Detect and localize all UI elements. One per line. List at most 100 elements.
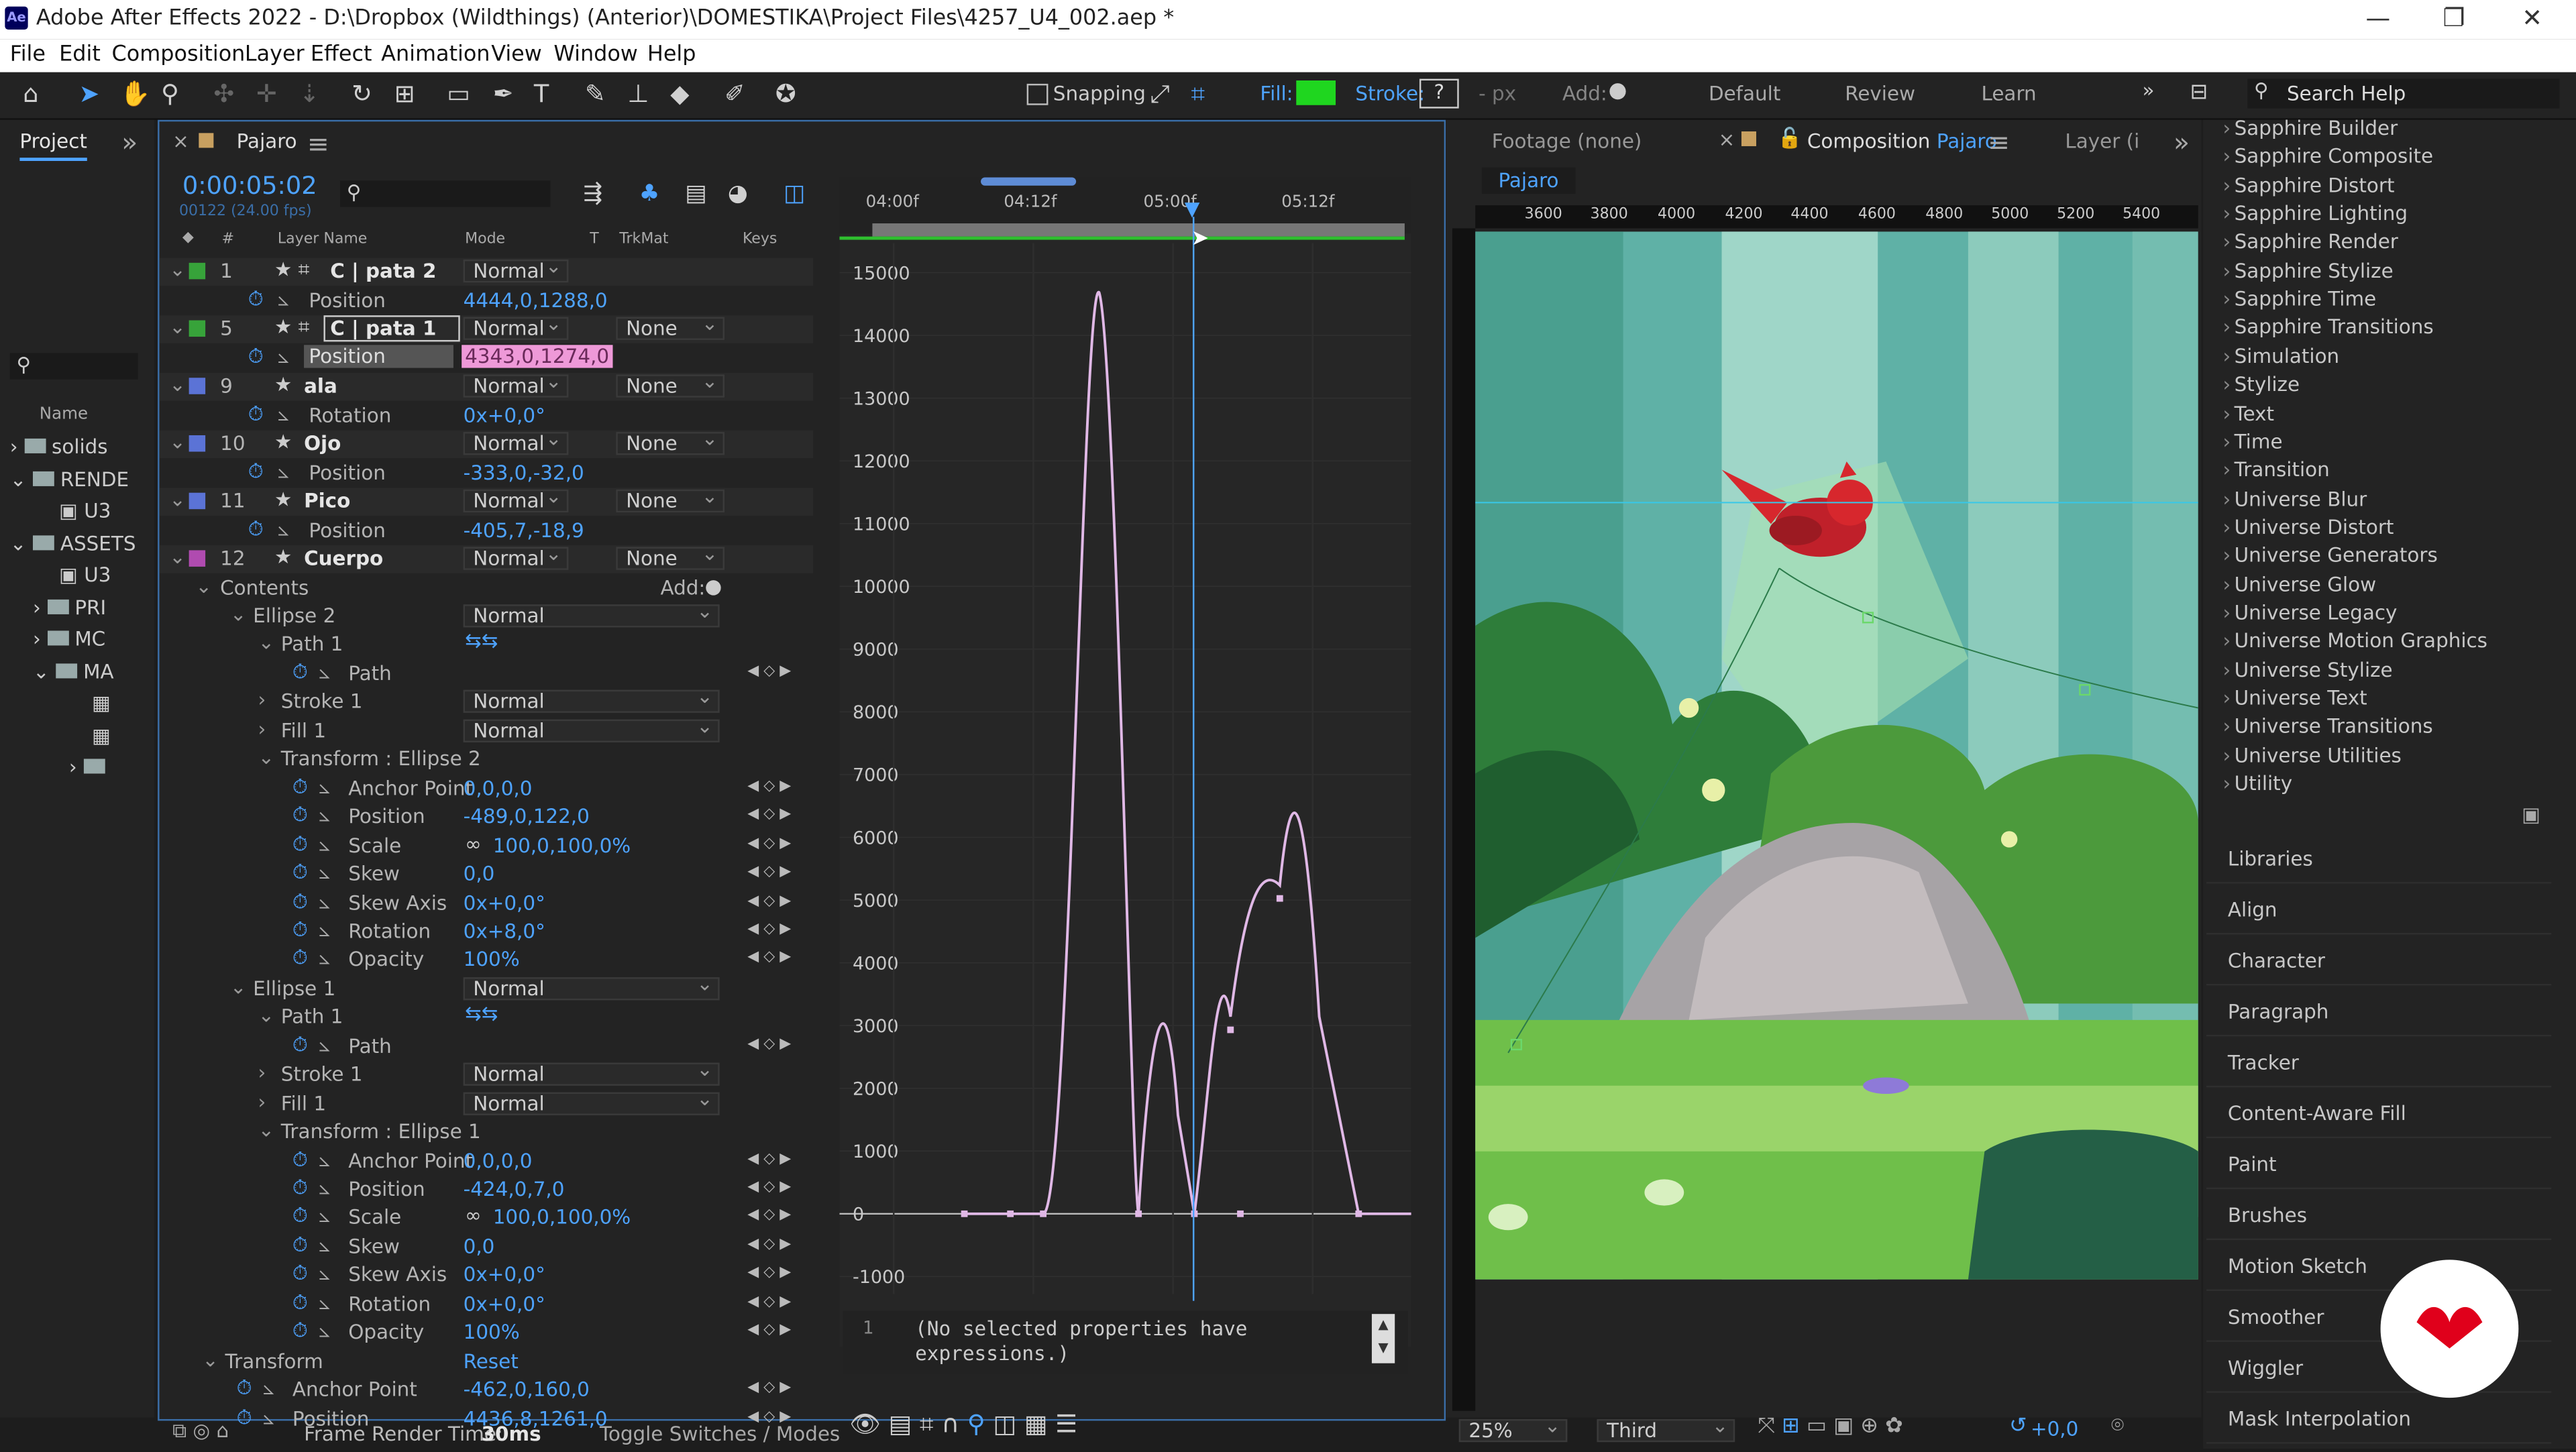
tree-row[interactable]: ⏱ ⦣ Skew 0,0 ◀ ◇ ▶	[160, 1233, 814, 1262]
list-item[interactable]: ▦	[10, 688, 136, 720]
time-ruler[interactable]: 04:00f 04:12f 05:00f 05:12f ▼	[839, 177, 1411, 240]
graph-toggle-icon[interactable]: ⦣	[319, 860, 330, 885]
col-trkmat[interactable]: TrkMat	[619, 231, 668, 247]
zoom-dropdown[interactable]: 25%	[1458, 1416, 1568, 1443]
brush-tool-icon[interactable]: ✎	[585, 79, 606, 109]
menu-composition[interactable]: Composition	[112, 43, 246, 68]
table-row[interactable]: ⌄ 10 ★ Ojo Normal None	[159, 429, 814, 459]
graph-editor[interactable]: 04:00f 04:12f 05:00f 05:12f ▼ 15000 14000…	[839, 177, 1411, 1347]
table-row[interactable]: ⏱ ⦣ Position -405,7,-18,9	[160, 517, 814, 545]
bird-wing[interactable]	[1769, 515, 1822, 546]
effect-category-item[interactable]: Sapphire Stylize	[2223, 259, 2394, 282]
keyframe-navigator[interactable]: ◀ ◇ ▶	[747, 1208, 791, 1224]
property-value[interactable]: -405,7,-18,9	[464, 519, 584, 542]
property-value[interactable]: -462,0,160,0	[464, 1378, 590, 1401]
stopwatch-icon[interactable]: ⏱	[292, 1148, 308, 1172]
add-button-icon[interactable]: ●	[1609, 79, 1627, 104]
keyframe-navigator[interactable]: ◀ ◇ ▶	[747, 1294, 791, 1310]
keyframe-navigator[interactable]: ◀ ◇ ▶	[747, 1380, 791, 1396]
keyframe-navigator[interactable]: ◀ ◇ ▶	[747, 807, 791, 823]
tree-row[interactable]: ⌄ Transform Reset	[160, 1348, 814, 1376]
list-item[interactable]: ⌄ ASSETS	[10, 528, 136, 560]
path-direction-icon[interactable]: ⇆⇆	[465, 630, 498, 653]
menu-file[interactable]: File	[10, 43, 46, 68]
lock-icon[interactable]: 🔓	[1778, 127, 1803, 150]
panel-menu-icon[interactable]: ≡	[307, 128, 329, 160]
table-row[interactable]: ⏱ ⦣ Position -333,0,-32,0	[160, 460, 814, 488]
rotate-tool-icon[interactable]: ↻	[352, 79, 372, 109]
graph-toggle-icon[interactable]: ⦣	[319, 889, 330, 914]
tree-row[interactable]: ⌄ Transform : Ellipse 1	[160, 1119, 814, 1147]
graph-toggle-icon[interactable]: ⦣	[278, 402, 289, 427]
panel-character[interactable]: Character	[2228, 950, 2325, 972]
stopwatch-icon[interactable]: ⏱	[292, 1205, 308, 1229]
mode-dropdown[interactable]: Normal	[463, 486, 569, 513]
snap-target-icon[interactable]: ⌗	[1191, 79, 1205, 109]
trkmat-dropdown[interactable]: None	[616, 371, 725, 398]
tree-row[interactable]: ⏱ ⦣ Opacity 100% ◀ ◇ ▶	[160, 1319, 814, 1347]
list-item[interactable]: ▦	[10, 720, 136, 752]
trkmat-dropdown[interactable]: None	[616, 544, 725, 570]
work-area-bar[interactable]	[981, 177, 1077, 186]
puppet-tool-icon[interactable]: ✪	[775, 79, 796, 109]
frame-blending-icon[interactable]: ▤	[685, 180, 706, 207]
effect-category-item[interactable]: Universe Utilities	[2223, 744, 2402, 767]
effect-category-item[interactable]: Universe Generators	[2223, 544, 2438, 567]
motion-blur-icon[interactable]: ◕	[728, 180, 748, 207]
panel-menu-icon[interactable]: ≡	[1988, 127, 2010, 158]
blend-mode-dropdown[interactable]: Normal	[463, 687, 720, 714]
graph-toggle-icon[interactable]: ⦣	[278, 345, 289, 370]
tree-row[interactable]: ⌄ Transform : Ellipse 2	[160, 746, 814, 774]
property-value[interactable]: 0,0	[464, 862, 495, 885]
property-value[interactable]: 0,0,0,0	[464, 1149, 533, 1172]
blend-mode-dropdown[interactable]: Normal	[463, 716, 720, 742]
property-value[interactable]: 4444,0,1288,0	[464, 289, 608, 312]
effect-category-item[interactable]: Sapphire Render	[2223, 231, 2398, 254]
tab-footage[interactable]: Footage (none)	[1492, 129, 1642, 152]
list-item[interactable]: ▣ U3	[10, 496, 136, 528]
disclosure-chevron-icon[interactable]: ⌄	[258, 746, 274, 769]
property-value[interactable]: 0,0,0,0	[464, 777, 533, 799]
workspace-default[interactable]: Default	[1709, 82, 1780, 105]
panel-paragraph[interactable]: Paragraph	[2228, 1000, 2329, 1023]
blend-mode-dropdown[interactable]: Normal	[463, 1060, 720, 1086]
tree-row[interactable]: ⌄ Path 1 ⇆⇆	[160, 1003, 814, 1032]
tree-row[interactable]: ⏱ ⦣ Position -424,0,7,0 ◀ ◇ ▶	[160, 1176, 814, 1204]
effect-category-item[interactable]: Universe Text	[2223, 687, 2367, 710]
disclosure-chevron-icon[interactable]: ⌄	[258, 1119, 274, 1141]
effect-category-item[interactable]: Sapphire Distort	[2223, 174, 2395, 197]
stopwatch-icon[interactable]: ⏱	[248, 460, 264, 485]
menu-effect[interactable]: Effect	[311, 43, 372, 68]
panel-align[interactable]: Align	[2228, 899, 2277, 922]
property-value-editing[interactable]: 4343,0,1274,0	[462, 345, 612, 368]
menu-help[interactable]: Help	[647, 43, 696, 68]
graph-toggle-icon[interactable]: ⦣	[319, 1176, 330, 1200]
tree-row[interactable]: ⏱ ⦣ Scale 100,0,100,0% ∞ ◀ ◇ ▶	[160, 832, 814, 860]
orbit-tool-icon[interactable]: ✣	[213, 79, 234, 109]
blend-mode-dropdown[interactable]: Normal	[463, 601, 720, 628]
stopwatch-icon[interactable]: ⏱	[248, 345, 264, 370]
effect-category-item[interactable]: Transition	[2222, 459, 2329, 482]
tree-row[interactable]: ⌄ Path 1 ⇆⇆	[160, 630, 814, 659]
property-value[interactable]: 0x+0,0°	[464, 404, 545, 427]
tree-row[interactable]: ⏱ ⦣ Rotation 0x+0,0° ◀ ◇ ▶	[160, 1290, 814, 1319]
effect-category-item[interactable]: Universe Transitions	[2223, 715, 2433, 738]
menu-window[interactable]: Window	[553, 43, 638, 68]
minimize-icon[interactable]: —	[2366, 3, 2391, 33]
disclosure-chevron-icon[interactable]: ›	[258, 1062, 266, 1084]
stopwatch-icon[interactable]: ⏱	[292, 1262, 308, 1287]
effect-category-item[interactable]: Universe Distort	[2222, 516, 2394, 539]
table-row[interactable]: ⌄ 5 ★ ⌗ C | pata 1 Normal None	[159, 314, 814, 343]
tree-row[interactable]: ⏱ ⦣ Opacity 100% ◀ ◇ ▶	[160, 947, 814, 975]
keyframe-navigator[interactable]: ◀ ◇ ▶	[747, 1266, 791, 1282]
blend-mode-dropdown[interactable]: Normal	[463, 1088, 720, 1115]
mode-dropdown[interactable]: Normal	[463, 256, 569, 283]
tab-pajaro[interactable]: Pajaro	[237, 129, 297, 152]
disclosure-chevron-icon[interactable]: ›	[258, 718, 266, 740]
property-value[interactable]: 0x+0,0°	[464, 1264, 545, 1286]
tree-row[interactable]: ⏱ ⦣ Path ◀ ◇ ▶	[160, 660, 814, 688]
keyframe-navigator[interactable]: ◀ ◇ ▶	[747, 1323, 791, 1339]
property-value[interactable]: 0x+0,0°	[464, 891, 545, 914]
property-value[interactable]: -489,0,122,0	[464, 805, 590, 828]
menu-edit[interactable]: Edit	[59, 43, 101, 68]
